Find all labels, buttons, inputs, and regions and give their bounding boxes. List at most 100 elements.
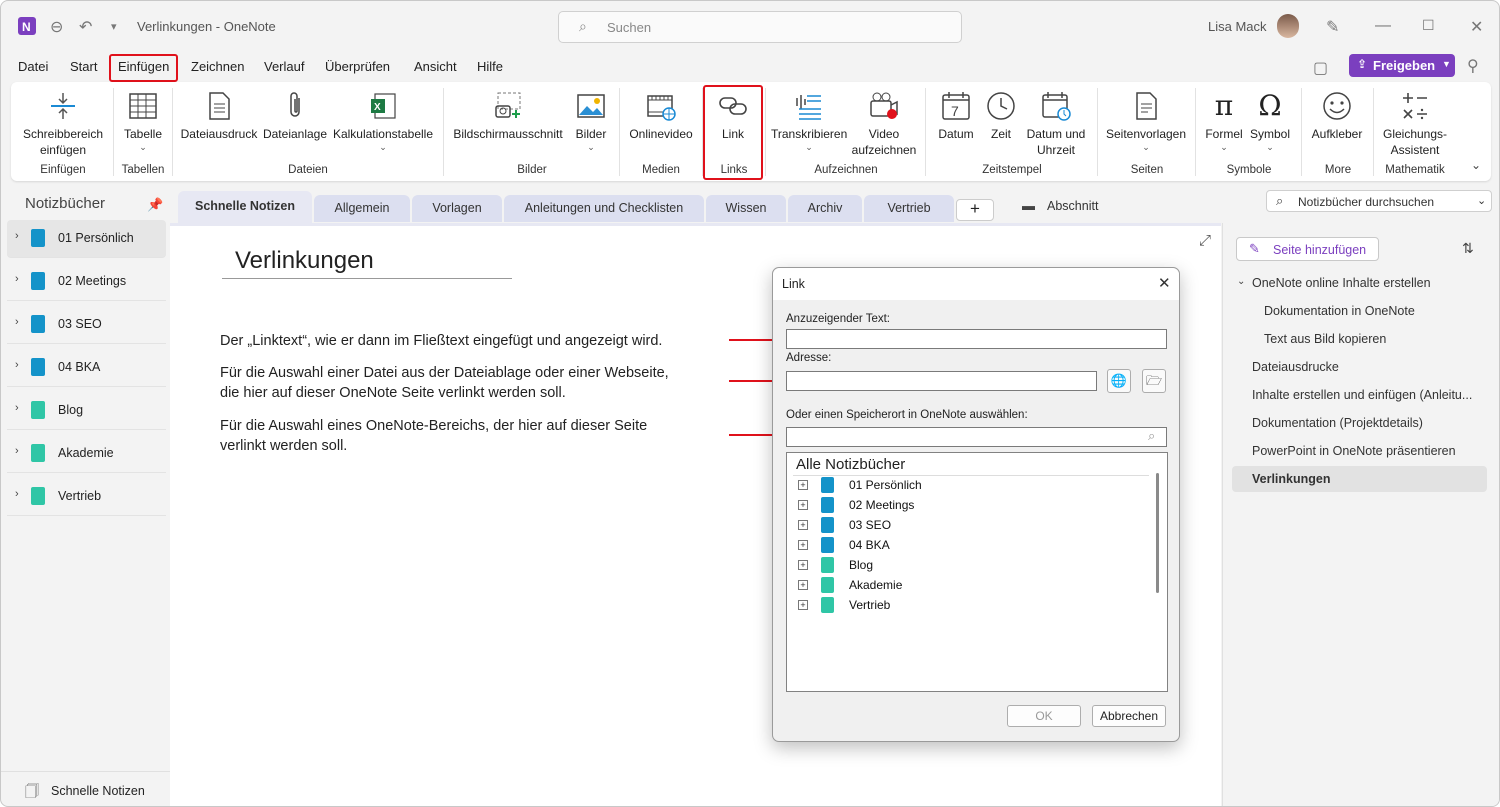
chevron-right-icon[interactable]: ›	[15, 359, 19, 371]
tabelle-button[interactable]: Tabelle ⌄	[119, 90, 167, 152]
bildschirmausschnitt-button[interactable]: Bildschirmausschnitt	[451, 90, 565, 142]
chevron-right-icon[interactable]: ›	[15, 316, 19, 328]
cancel-button[interactable]: Abbrechen	[1092, 705, 1166, 727]
page-item[interactable]: PowerPoint in OneNote präsentieren	[1252, 444, 1456, 458]
tab-archiv[interactable]: Archiv	[788, 195, 862, 222]
formel-button[interactable]: π Formel ⌄	[1201, 90, 1247, 153]
tree-item[interactable]: + Vertrieb	[787, 595, 1147, 615]
chevron-down-icon[interactable]: ▼	[1442, 59, 1451, 69]
tree-item[interactable]: + Akademie	[787, 575, 1147, 595]
pin-icon[interactable]: 📌	[147, 197, 163, 213]
video-aufzeichnen-button[interactable]: Video aufzeichnen	[849, 90, 919, 158]
customize-toolbar-icon[interactable]: ▾	[111, 20, 117, 33]
menu-zeichnen[interactable]: Zeichnen	[191, 59, 244, 74]
notebook-item[interactable]: › 03 SEO	[7, 306, 166, 344]
maximize-icon[interactable]: ☐	[1422, 17, 1435, 34]
note-text-adresse[interactable]: Für die Auswahl einer Datei aus der Date…	[220, 363, 669, 403]
notebook-item[interactable]: › Vertrieb	[7, 478, 166, 516]
gleichungs-assistent-button[interactable]: Gleichungs- Assistent	[1377, 90, 1453, 158]
page-item-selected[interactable]: Verlinkungen	[1232, 466, 1487, 492]
dateiausdruck-button[interactable]: Dateiausdruck	[179, 90, 259, 142]
datum-uhrzeit-button[interactable]: Datum und Uhrzeit	[1023, 90, 1089, 158]
ok-button[interactable]: OK	[1007, 705, 1081, 727]
chevron-right-icon[interactable]: ›	[15, 230, 19, 242]
close-icon[interactable]: ✕	[1158, 274, 1171, 292]
add-section-button[interactable]: +	[956, 199, 994, 221]
minimize-icon[interactable]: —	[1375, 17, 1391, 35]
menu-verlauf[interactable]: Verlauf	[264, 59, 304, 74]
pen-icon[interactable]: ✎	[1326, 17, 1339, 37]
location-search-input[interactable]: ⌕	[786, 427, 1167, 447]
tab-anleitungen[interactable]: Anleitungen und Checklisten	[504, 195, 704, 222]
search-box[interactable]: ⌕ Suchen	[558, 11, 962, 43]
menu-ueberpruefen[interactable]: Überprüfen	[325, 59, 390, 74]
expand-icon[interactable]: +	[798, 540, 808, 550]
tab-wissen[interactable]: Wissen	[706, 195, 786, 222]
tree-item[interactable]: +03 SEO	[787, 515, 1147, 535]
page-item[interactable]: Inhalte erstellen und einfügen (Anleitu.…	[1252, 388, 1472, 402]
menu-start[interactable]: Start	[70, 59, 97, 74]
onlinevideo-button[interactable]: Onlinevideo	[625, 90, 697, 142]
expand-icon[interactable]: +	[798, 580, 808, 590]
expand-icon[interactable]: +	[798, 500, 808, 510]
tree-item[interactable]: +02 Meetings	[787, 495, 1147, 515]
datum-button[interactable]: 7 Datum	[933, 90, 979, 142]
tree-item[interactable]: +04 BKA	[787, 535, 1147, 555]
menu-ansicht[interactable]: Ansicht	[414, 59, 457, 74]
notebook-view-icon[interactable]: ▢	[1313, 58, 1328, 78]
tab-schnelle-notizen[interactable]: Schnelle Notizen	[178, 191, 312, 223]
expand-icon[interactable]: +	[798, 560, 808, 570]
expand-icon[interactable]: +	[798, 480, 808, 490]
page-item[interactable]: Dokumentation in OneNote	[1264, 304, 1415, 318]
browse-web-button[interactable]: 🌐	[1107, 369, 1131, 393]
chevron-right-icon[interactable]: ›	[15, 402, 19, 414]
feedback-icon[interactable]: ⚲	[1467, 56, 1479, 76]
chevron-down-icon[interactable]: ⌄	[1237, 276, 1245, 287]
schreibbereich-button[interactable]: Schreibbereich einfügen	[21, 90, 105, 158]
notebook-item[interactable]: › 02 Meetings	[7, 263, 166, 301]
notebook-item[interactable]: › 04 BKA	[7, 349, 166, 387]
quick-notes-link[interactable]: 🗍 Schnelle Notizen	[1, 771, 170, 806]
chevron-right-icon[interactable]: ›	[15, 273, 19, 285]
address-input[interactable]	[786, 371, 1097, 391]
expand-icon[interactable]: ⤢	[1199, 232, 1211, 249]
tab-vorlagen[interactable]: Vorlagen	[412, 195, 502, 222]
note-text-linktext[interactable]: Der „Linktext“, wie er dann im Fließtext…	[220, 331, 662, 351]
scrollbar[interactable]	[1156, 473, 1159, 593]
aufkleber-button[interactable]: Aufkleber	[1307, 90, 1367, 142]
user-name[interactable]: Lisa Mack	[1208, 19, 1267, 34]
tree-item[interactable]: +01 Persönlich	[787, 475, 1147, 495]
sort-icon[interactable]: ⇅	[1462, 240, 1474, 257]
back-icon[interactable]: ⊖	[50, 17, 63, 37]
menu-datei[interactable]: Datei	[18, 59, 48, 74]
add-page-button[interactable]: ✎ Seite hinzufügen	[1236, 237, 1379, 261]
notebook-tree[interactable]: Alle Notizbücher +01 Persönlich +02 Meet…	[786, 452, 1168, 692]
expand-icon[interactable]: +	[798, 600, 808, 610]
page-item[interactable]: Dateiausdrucke	[1252, 360, 1339, 374]
dateianlage-button[interactable]: Dateianlage	[261, 90, 329, 142]
share-button[interactable]: ⇪ Freigeben ▼	[1349, 54, 1455, 77]
abschnitt-button[interactable]: Abschnitt	[1047, 199, 1098, 213]
kalkulationstabelle-button[interactable]: X Kalkulationstabelle ⌄	[331, 90, 435, 152]
ribbon-collapse-icon[interactable]: ⌄	[1471, 158, 1481, 172]
chevron-down-icon[interactable]: ⌄	[1477, 194, 1486, 207]
page-item[interactable]: Dokumentation (Projektdetails)	[1252, 416, 1423, 430]
notebook-search-input[interactable]: ⌕ Notizbücher durchsuchen ⌄	[1266, 190, 1492, 212]
avatar[interactable]	[1277, 14, 1299, 38]
transkribieren-button[interactable]: Transkribieren ⌄	[771, 90, 847, 152]
menu-hilfe[interactable]: Hilfe	[477, 59, 503, 74]
zeit-button[interactable]: Zeit	[981, 90, 1021, 142]
undo-icon[interactable]: ↶	[79, 17, 92, 37]
close-icon[interactable]: ✕	[1470, 17, 1483, 37]
bilder-button[interactable]: Bilder ⌄	[569, 90, 613, 152]
tab-allgemein[interactable]: Allgemein	[314, 195, 410, 222]
browse-file-button[interactable]: 🗁	[1142, 369, 1166, 393]
symbol-button[interactable]: Ω Symbol ⌄	[1247, 90, 1293, 153]
chevron-right-icon[interactable]: ›	[15, 445, 19, 457]
page-item[interactable]: Text aus Bild kopieren	[1264, 332, 1386, 346]
notebook-item[interactable]: › 01 Persönlich	[7, 220, 166, 258]
page-item[interactable]: OneNote online Inhalte erstellen	[1252, 276, 1431, 290]
seitenvorlagen-button[interactable]: Seitenvorlagen ⌄	[1103, 90, 1189, 152]
note-text-speicherort[interactable]: Für die Auswahl eines OneNote-Bereichs, …	[220, 416, 647, 456]
page-title[interactable]: Verlinkungen	[235, 247, 374, 275]
